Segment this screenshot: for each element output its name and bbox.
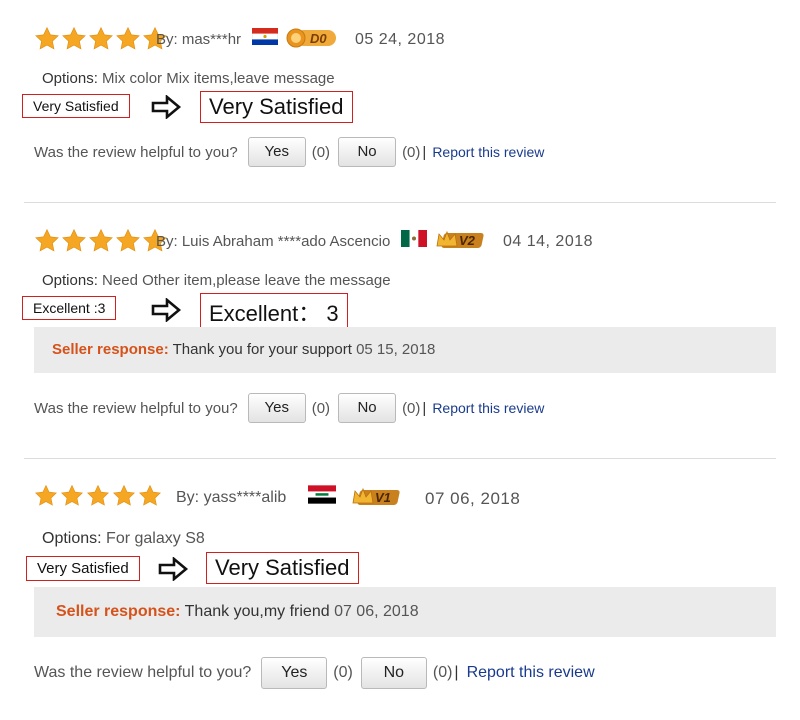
svg-text:V1: V1: [375, 490, 391, 505]
star-icon: [115, 26, 141, 52]
star-icon: [88, 26, 114, 52]
separator: |: [422, 399, 427, 417]
options-label: Options:: [42, 272, 98, 289]
seller-response-label: Seller response:: [52, 341, 169, 358]
helpful-yes-button[interactable]: Yes: [247, 137, 306, 167]
options-label: Options:: [42, 530, 102, 547]
seller-response-date: 07 06, 2018: [334, 603, 419, 620]
star-icon: [112, 484, 136, 508]
mexico-flag-icon: [401, 230, 427, 247]
helpful-no-button[interactable]: No: [338, 137, 397, 167]
helpful-question: Was the review helpful to you?: [34, 664, 252, 681]
rating-stars: [34, 484, 162, 508]
feedback-translated-box: Very Satisfied: [206, 552, 359, 584]
star-icon: [34, 26, 60, 52]
star-icon: [86, 484, 110, 508]
star-icon: [115, 228, 141, 254]
seller-response-text: Thank you,my friend: [184, 603, 330, 620]
medal-badge-icon: D0: [286, 28, 336, 48]
helpful-question: Was the review helpful to you?: [34, 399, 238, 417]
seller-response-label: Seller response:: [56, 603, 181, 620]
feedback-translated-box: Very Satisfied: [200, 91, 353, 123]
seller-response-text: Thank you for your support: [172, 341, 352, 358]
review-date: 04 14, 2018: [503, 233, 594, 250]
helpful-row: Was the review helpful to you? Yes (0) N…: [34, 137, 544, 167]
review-divider: [24, 458, 776, 459]
star-icon: [34, 484, 58, 508]
star-icon: [34, 228, 60, 254]
report-review-link[interactable]: Report this review: [432, 400, 544, 416]
yes-count: (0): [311, 143, 331, 161]
report-review-link[interactable]: Report this review: [432, 144, 544, 160]
iraq-flag-icon: [308, 485, 336, 504]
separator: |: [454, 664, 459, 681]
crown-badge-icon: V1: [352, 487, 400, 505]
helpful-question: Was the review helpful to you?: [34, 143, 238, 161]
feedback-original-box: Very Satisfied: [22, 94, 130, 118]
options-value: For galaxy S8: [106, 530, 205, 547]
review-divider: [24, 202, 776, 203]
no-count: (0): [432, 664, 453, 681]
no-count: (0): [402, 143, 421, 161]
helpful-row: Was the review helpful to you? Yes (0) N…: [34, 657, 595, 689]
svg-text:V2: V2: [459, 233, 476, 248]
review-author: By: Luis Abraham ****ado Ascencio: [156, 233, 391, 250]
review-options: Options: Need Other item,please leave th…: [42, 272, 391, 289]
seller-response: Seller response: Thank you for your supp…: [34, 327, 776, 373]
svg-text:D0: D0: [310, 31, 327, 46]
arrow-right-icon: [150, 95, 182, 119]
star-icon: [61, 26, 87, 52]
star-icon: [60, 484, 84, 508]
review-date: 07 06, 2018: [425, 489, 521, 508]
options-value: Mix color Mix items,leave message: [102, 70, 335, 87]
helpful-yes-button[interactable]: Yes: [261, 657, 328, 689]
rating-stars: [34, 26, 168, 52]
crown-badge-icon: V2: [436, 230, 484, 248]
star-icon: [138, 484, 162, 508]
yes-count: (0): [333, 664, 353, 681]
arrow-right-icon: [150, 298, 182, 322]
seller-response-date: 05 15, 2018: [356, 341, 436, 358]
arrow-right-icon: [157, 557, 189, 581]
options-value: Need Other item,please leave the message: [102, 272, 391, 289]
paraguay-flag-icon: [252, 28, 278, 45]
star-icon: [88, 228, 114, 254]
feedback-original-box: Excellent :3: [22, 296, 117, 320]
seller-response: Seller response: Thank you,my friend 07 …: [34, 587, 776, 637]
rating-stars: [34, 228, 168, 254]
review-author: By: mas***hr: [156, 31, 242, 48]
review-author: By: yass****alib: [176, 489, 287, 506]
helpful-yes-button[interactable]: Yes: [247, 393, 306, 423]
review-date: 05 24, 2018: [355, 31, 446, 48]
star-icon: [61, 228, 87, 254]
options-label: Options:: [42, 70, 98, 87]
yes-count: (0): [311, 399, 331, 417]
separator: |: [422, 143, 427, 161]
review-options: Options: Mix color Mix items,leave messa…: [42, 70, 335, 87]
report-review-link[interactable]: Report this review: [467, 664, 595, 682]
feedback-original-box: Very Satisfied: [26, 556, 140, 581]
feedback-translated-box: Excellent： 3: [200, 293, 348, 331]
no-count: (0): [402, 399, 421, 417]
helpful-no-button[interactable]: No: [338, 393, 397, 423]
review-options: Options: For galaxy S8: [42, 530, 205, 548]
helpful-no-button[interactable]: No: [360, 657, 427, 689]
helpful-row: Was the review helpful to you? Yes (0) N…: [34, 393, 544, 423]
